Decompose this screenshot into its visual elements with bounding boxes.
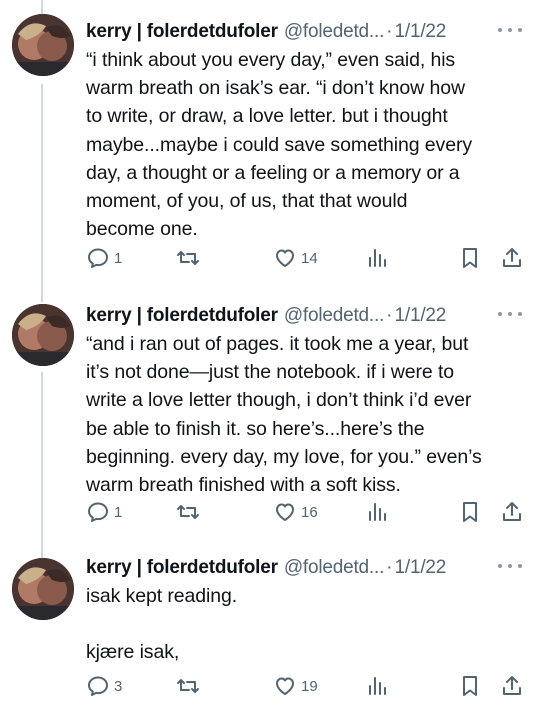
avatar-image [12,558,74,620]
retweet-icon [177,251,199,265]
tweet-date[interactable]: 1/1/22 [395,18,447,46]
reply-icon [88,676,108,696]
bookmark-button[interactable] [458,674,482,698]
retweet-icon [177,679,199,693]
separator: · [386,557,393,578]
share-button[interactable] [500,500,524,524]
avatar-image [12,304,74,366]
tweet-header: kerry | folerdetdufoler @foledetd... · 1… [86,18,522,46]
author-handle[interactable]: @foledetd... [284,302,385,330]
author-handle[interactable]: @foledetd... [284,554,385,582]
tweet-header: kerry | folerdetdufoler @foledetd... · 1… [86,302,522,330]
bookmark-icon [463,676,477,696]
author-name[interactable]: kerry | folerdetdufoler [86,554,278,582]
tweet[interactable]: kerry | folerdetdufoler @foledetd... · 1… [0,550,540,710]
bookmark-icon [463,248,477,268]
tweet-date[interactable]: 1/1/22 [395,554,447,582]
retweet-button[interactable] [176,500,200,524]
like-button[interactable]: 19 [273,674,318,698]
reply-button[interactable]: 3 [86,674,122,698]
separator: · [386,21,393,42]
like-button[interactable]: 16 [273,500,318,524]
share-icon [503,248,521,267]
action-bar: 3 19 [0,672,540,700]
like-count: 16 [301,503,318,521]
like-button[interactable]: 14 [273,246,318,270]
views-icon [369,677,386,695]
reply-count: 1 [114,249,123,267]
avatar[interactable] [12,14,74,76]
reply-button[interactable]: 1 [86,246,122,270]
tweet-text: isak kept reading. kjære isak, [86,585,238,664]
action-bar: 1 16 [0,498,540,526]
action-bar: 1 14 [0,244,540,272]
reply-icon [88,248,108,268]
like-count: 19 [301,677,318,695]
separator: · [386,305,393,326]
avatar-image [12,14,74,76]
heart-icon [276,249,294,267]
views-icon [369,249,386,267]
tweet[interactable]: kerry | folerdetdufoler @foledetd... · 1… [0,0,540,290]
retweet-button[interactable] [176,674,200,698]
tweet-header: kerry | folerdetdufoler @foledetd... · 1… [86,554,522,582]
reply-icon [88,502,108,522]
more-icon[interactable] [498,304,522,324]
bookmark-button[interactable] [458,246,482,270]
retweet-icon [177,505,199,519]
tweet[interactable]: kerry | folerdetdufoler @foledetd... · 1… [0,290,540,550]
bookmark-button[interactable] [458,500,482,524]
tweet-text: “i think about you every day,” even said… [86,49,472,241]
tweet-date[interactable]: 1/1/22 [395,302,447,330]
share-button[interactable] [500,246,524,270]
heart-icon [276,677,294,695]
views-icon [369,503,386,521]
reply-count: 3 [114,677,123,695]
share-button[interactable] [500,674,524,698]
views-button[interactable] [366,674,390,698]
reply-button[interactable]: 1 [86,500,122,524]
avatar[interactable] [12,558,74,620]
heart-icon [276,503,294,521]
views-button[interactable] [366,246,390,270]
views-button[interactable] [366,500,390,524]
like-count: 14 [301,249,318,267]
author-name[interactable]: kerry | folerdetdufoler [86,18,278,46]
author-handle[interactable]: @foledetd... [284,18,385,46]
more-icon[interactable] [498,556,522,576]
tweet-text: “and i ran out of pages. it took me a ye… [86,333,482,497]
share-icon [503,502,521,521]
reply-count: 1 [114,503,123,521]
author-name[interactable]: kerry | folerdetdufoler [86,302,278,330]
share-icon [503,676,521,695]
more-icon[interactable] [498,20,522,40]
bookmark-icon [463,502,477,522]
avatar[interactable] [12,304,74,366]
retweet-button[interactable] [176,246,200,270]
